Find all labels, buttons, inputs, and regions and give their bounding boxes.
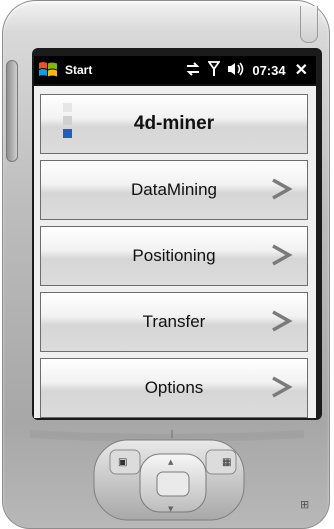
chevron-right-icon	[272, 376, 293, 398]
chevron-right-icon	[272, 178, 293, 200]
menu-item-positioning[interactable]: Positioning	[40, 226, 308, 286]
menu-item-options[interactable]: Options	[40, 358, 308, 418]
chevron-right-icon	[272, 244, 293, 266]
main-menu: 4d-miner DataMining Positioning Transfer…	[34, 86, 316, 418]
contacts-key-icon[interactable]: ▣	[118, 457, 127, 468]
chevron-right-icon	[272, 310, 293, 332]
hardware-controls	[30, 430, 304, 521]
screen: Start 07:34 ✕ 4d-miner DataMining Positi…	[34, 56, 316, 418]
windows-logo-icon: ⊞	[300, 498, 310, 511]
menu-item-label: Options	[144, 378, 204, 397]
app-title: 4d-miner	[133, 113, 215, 134]
speaker-icon[interactable]	[227, 61, 245, 79]
menu-item-label: Positioning	[132, 246, 216, 265]
app-header-button[interactable]: 4d-miner	[40, 94, 308, 154]
windows-flag-icon[interactable]	[37, 59, 59, 81]
menu-item-label: Transfer	[142, 312, 206, 331]
close-icon[interactable]: ✕	[295, 60, 308, 80]
calendar-key-icon[interactable]: ▦	[222, 457, 231, 468]
side-button[interactable]	[6, 60, 18, 162]
connectivity-icon[interactable]	[185, 61, 201, 79]
clock[interactable]: 07:34	[252, 63, 285, 78]
menu-item-transfer[interactable]: Transfer	[40, 292, 308, 352]
menu-item-datamining[interactable]: DataMining	[40, 160, 308, 220]
status-bar: Start 07:34 ✕	[34, 56, 316, 84]
signal-icon[interactable]	[207, 60, 222, 80]
stylus-slot	[300, 6, 318, 43]
menu-item-label: DataMining	[131, 180, 217, 199]
dpad-down-icon[interactable]: ▼	[168, 505, 173, 513]
start-label[interactable]: Start	[65, 63, 92, 77]
app-logo-icon	[63, 103, 75, 147]
dpad-up-icon[interactable]: ▲	[168, 458, 173, 466]
